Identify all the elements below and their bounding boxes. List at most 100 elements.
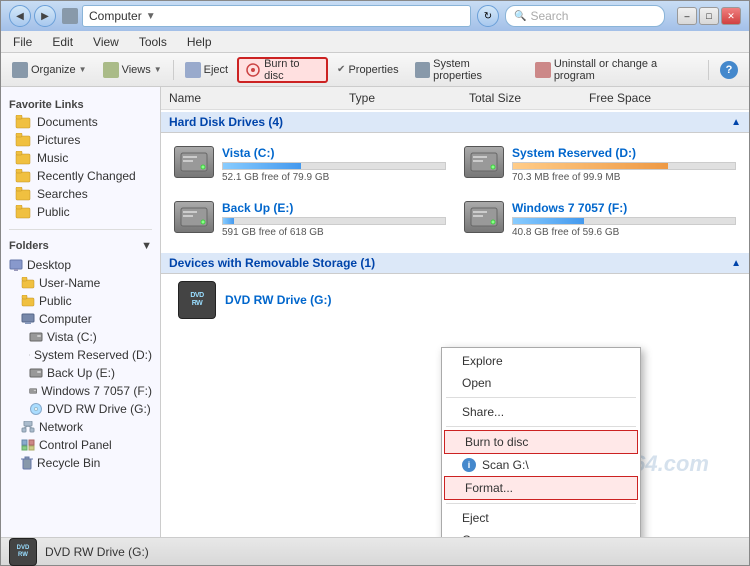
win7-name: Windows 7 7057 (F:) (512, 201, 736, 215)
menu-view[interactable]: View (89, 33, 123, 51)
dvd-icon-large: DVDRW (177, 280, 217, 320)
vista-bar (223, 163, 301, 169)
scan-icon: i (462, 458, 476, 472)
col-free-space[interactable]: Free Space (589, 91, 741, 105)
removable-section-header: Devices with Removable Storage (1) ▲ (161, 253, 749, 274)
folder-recycle-bin[interactable]: Recycle Bin (1, 454, 160, 472)
drive-backup[interactable]: Back Up (E:) 591 GB free of 618 GB (169, 196, 451, 243)
folder-backup[interactable]: Back Up (E:) (1, 364, 160, 382)
ctx-eject[interactable]: Eject (442, 507, 640, 529)
sidebar-item-music[interactable]: Music (1, 149, 160, 167)
folder-computer[interactable]: Computer (1, 310, 160, 328)
back-button[interactable]: ◀ (9, 5, 31, 27)
hard-drives-collapse[interactable]: ▲ (731, 117, 741, 128)
eject-button[interactable]: Eject (178, 57, 235, 83)
maximize-button[interactable]: □ (699, 7, 719, 25)
system-props-button[interactable]: System properties (408, 57, 527, 83)
public-icon (15, 205, 31, 219)
backup-icon (29, 368, 43, 378)
uninstall-button[interactable]: Uninstall or change a program (528, 57, 704, 83)
ctx-format[interactable]: Format... (444, 476, 638, 500)
context-menu: Explore Open Share... Burn to disc i Sca… (441, 347, 641, 537)
sidebar: Favorite Links Documents Pictures Music … (1, 87, 161, 537)
sidebar-item-searches[interactable]: Searches (1, 185, 160, 203)
menu-help[interactable]: Help (183, 33, 216, 51)
col-total-size[interactable]: Total Size (469, 91, 589, 105)
computer-icon (62, 8, 78, 24)
refresh-button[interactable]: ↻ (477, 5, 499, 27)
sidebar-item-public[interactable]: Public (1, 203, 160, 221)
menu-edit[interactable]: Edit (48, 33, 77, 51)
ctx-sep3 (446, 503, 636, 504)
ctx-scan[interactable]: i Scan G:\ (442, 454, 640, 476)
removable-collapse[interactable]: ▲ (731, 258, 741, 269)
ctx-sep1 (446, 397, 636, 398)
recently-changed-icon (15, 169, 31, 183)
help-button[interactable]: ? (713, 57, 745, 83)
backup-details: 591 GB free of 618 GB (222, 227, 446, 238)
system-reserved-bar (513, 163, 668, 169)
desktop-icon (9, 258, 23, 272)
win7-info: Windows 7 7057 (F:) 40.8 GB free of 59.6… (512, 201, 736, 238)
folders-header[interactable]: Folders ▼ (1, 236, 160, 256)
drive-win7[interactable]: Windows 7 7057 (F:) 40.8 GB free of 59.6… (459, 196, 741, 243)
vista-drive-icon (29, 332, 43, 342)
eject-label: Eject (204, 64, 228, 76)
folder-public[interactable]: Public (1, 292, 160, 310)
minimize-button[interactable]: – (677, 7, 697, 25)
drive-system-reserved[interactable]: System Reserved (D:) 70.3 MB free of 99.… (459, 141, 741, 188)
sidebar-divider (9, 229, 152, 230)
dvd-folder-icon (29, 402, 43, 416)
ctx-share[interactable]: Share... (442, 401, 640, 423)
properties-icon: ✔ (337, 64, 345, 75)
vista-drive-info: Vista (C:) 52.1 GB free of 79.9 GB (222, 146, 446, 183)
sep1 (173, 60, 174, 80)
burn-button[interactable]: Burn to disc (237, 57, 328, 83)
dvd-drive-item[interactable]: DVDRW DVD RW Drive (G:) (161, 274, 749, 326)
menu-file[interactable]: File (9, 33, 36, 51)
system-reserved-name: System Reserved (D:) (512, 146, 736, 160)
drive-vista[interactable]: Vista (C:) 52.1 GB free of 79.9 GB (169, 141, 451, 188)
search-bar[interactable]: 🔍 Search (505, 5, 665, 27)
main-area: Favorite Links Documents Pictures Music … (1, 87, 749, 537)
folder-system-reserved[interactable]: System Reserved (D:) (1, 346, 160, 364)
folder-desktop[interactable]: Desktop (1, 256, 160, 274)
folder-username[interactable]: User-Name (1, 274, 160, 292)
views-arrow: ▼ (154, 65, 162, 74)
close-button[interactable]: ✕ (721, 7, 741, 25)
forward-button[interactable]: ▶ (34, 5, 56, 27)
sep2 (708, 60, 709, 80)
folder-vista[interactable]: Vista (C:) (1, 328, 160, 346)
folder-network[interactable]: Network (1, 418, 160, 436)
address-bar[interactable]: Computer ▼ (82, 5, 471, 27)
folders-collapse-icon: ▼ (141, 240, 152, 252)
folder-control-panel[interactable]: Control Panel (1, 436, 160, 454)
ctx-explore[interactable]: Explore (442, 350, 640, 372)
burn-icon (245, 62, 261, 78)
folder-dvd[interactable]: DVD RW Drive (G:) (1, 400, 160, 418)
nav-buttons: ◀ ▶ (9, 5, 56, 27)
col-name[interactable]: Name (169, 91, 349, 105)
address-arrow: ▼ (146, 11, 156, 22)
status-bar: DVDRW DVD RW Drive (G:) (1, 537, 749, 565)
system-reserved-icon (29, 350, 30, 360)
computer-folder-icon (21, 313, 35, 325)
sidebar-item-pictures[interactable]: Pictures (1, 131, 160, 149)
sidebar-item-documents[interactable]: Documents (1, 113, 160, 131)
pictures-icon (15, 133, 31, 147)
ctx-burn[interactable]: Burn to disc (444, 430, 638, 454)
organize-button[interactable]: Organize ▼ (5, 57, 94, 83)
col-type[interactable]: Type (349, 91, 469, 105)
system-reserved-bar-container (512, 162, 736, 170)
sidebar-item-recently-changed[interactable]: Recently Changed (1, 167, 160, 185)
properties-button[interactable]: ✔ Properties (330, 57, 406, 83)
views-button[interactable]: Views ▼ (96, 57, 169, 83)
organize-label: Organize (31, 64, 76, 76)
menu-tools[interactable]: Tools (135, 33, 171, 51)
ctx-copy[interactable]: Copy (442, 529, 640, 537)
backup-name: Back Up (E:) (222, 201, 446, 215)
main-window: ◀ ▶ Computer ▼ ↻ 🔍 Search – □ ✕ File Edi… (0, 0, 750, 566)
folders-list: Desktop User-Name Public Computer (1, 256, 160, 472)
folder-win7[interactable]: Windows 7 7057 (F:) (1, 382, 160, 400)
ctx-open[interactable]: Open (442, 372, 640, 394)
